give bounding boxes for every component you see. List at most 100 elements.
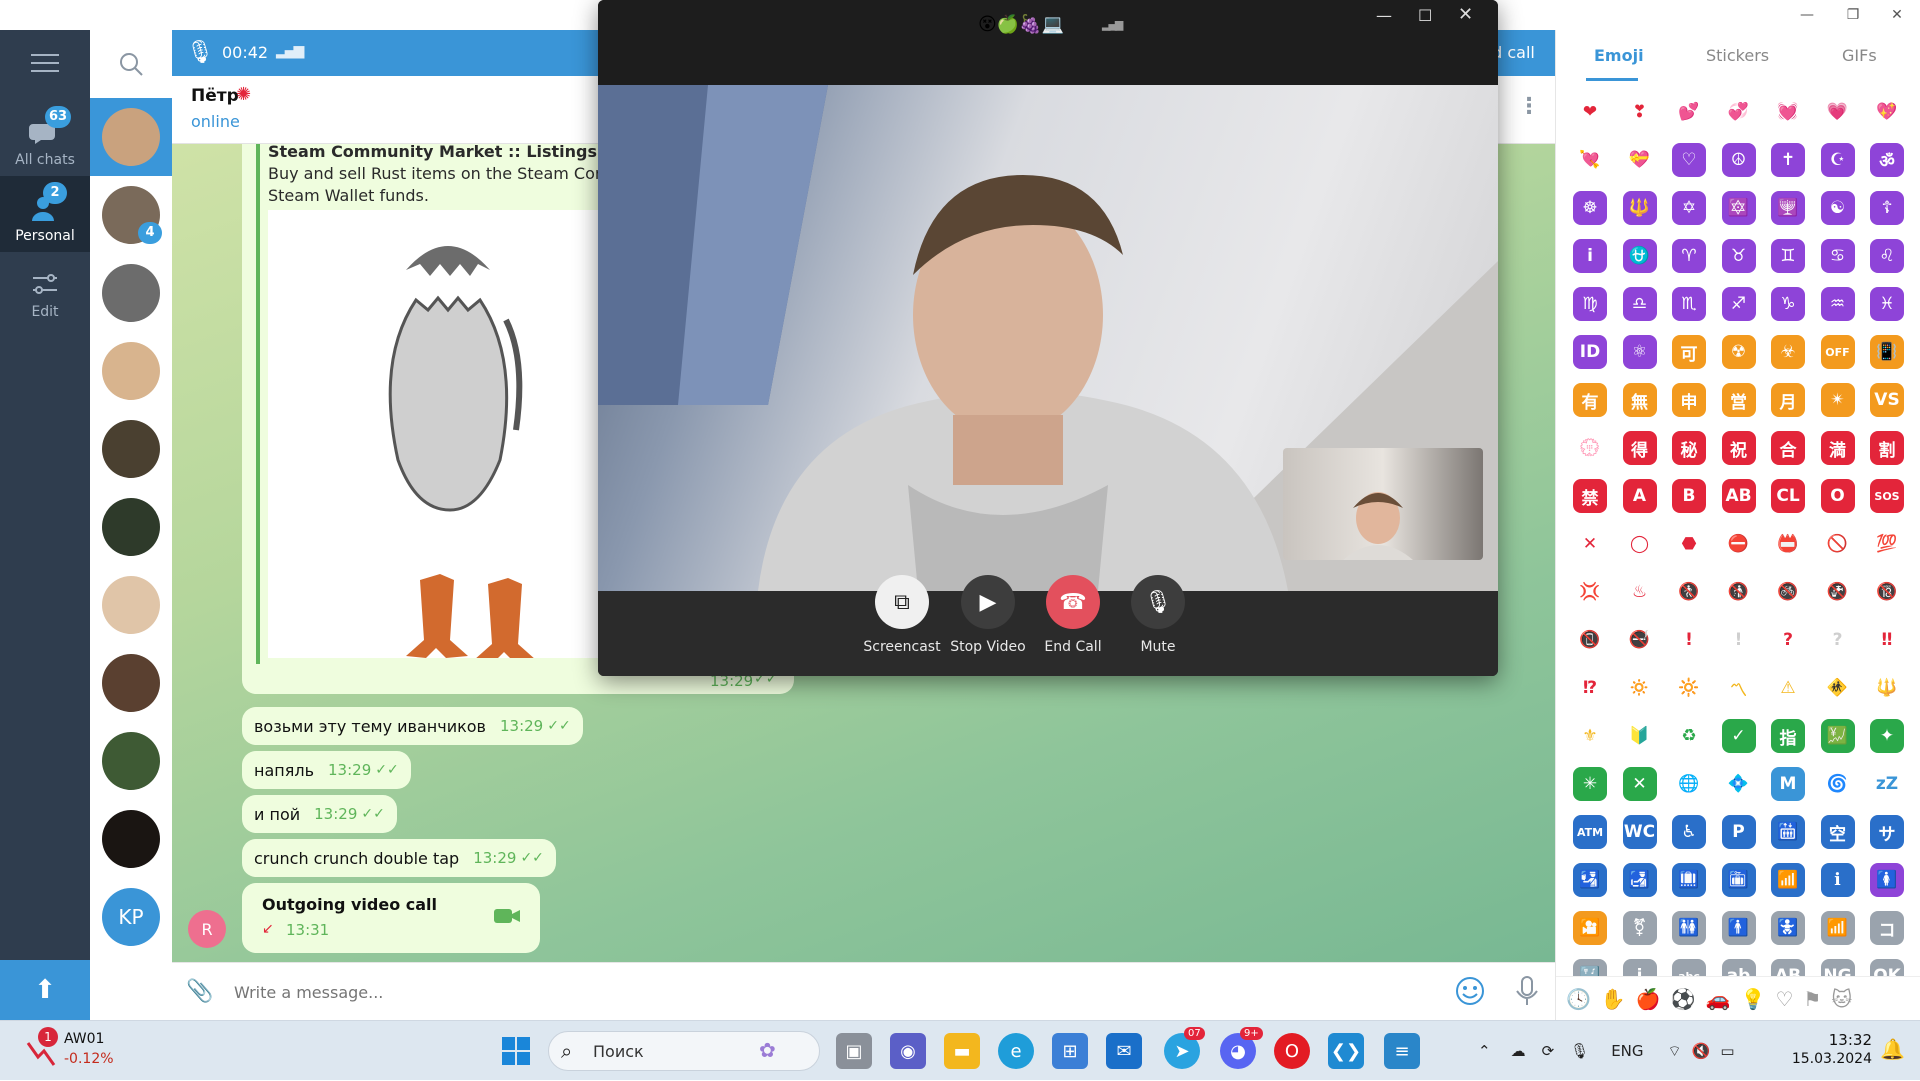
- folder-all-chats[interactable]: 63 All chats: [0, 100, 90, 176]
- emoji-cell[interactable]: 🚷: [1672, 575, 1706, 609]
- emoji-cell[interactable]: 禁: [1573, 479, 1607, 513]
- emoji-cell[interactable]: 🔰: [1622, 719, 1657, 753]
- scroll-up-button[interactable]: ⬆: [0, 960, 90, 1020]
- emoji-cell[interactable]: O: [1820, 479, 1855, 513]
- emoji-cell[interactable]: 💝: [1622, 143, 1657, 177]
- chat-app-icon[interactable]: ◉: [890, 1033, 926, 1069]
- edge-browser-icon[interactable]: e: [998, 1033, 1034, 1069]
- emoji-cell[interactable]: ⁉: [1573, 671, 1607, 705]
- chat-avatar[interactable]: KP: [102, 888, 160, 946]
- message-bubble[interactable]: возьми эту тему иванчиков 13:29 ✓✓: [242, 707, 583, 745]
- folder-personal[interactable]: 2 Personal: [0, 176, 90, 252]
- emoji-cell[interactable]: ⬣: [1672, 527, 1706, 561]
- emoji-cell[interactable]: 🛃: [1622, 863, 1657, 897]
- emoji-cell[interactable]: OK: [1870, 959, 1904, 976]
- emoji-cell[interactable]: M: [1771, 767, 1805, 801]
- emoji-cell[interactable]: 🕎: [1771, 191, 1805, 225]
- discord-icon[interactable]: ◕ 9+: [1220, 1027, 1263, 1069]
- start-button[interactable]: [498, 1033, 534, 1069]
- notepad-icon[interactable]: ≡: [1384, 1033, 1420, 1069]
- emoji-cell[interactable]: 割: [1870, 431, 1904, 465]
- emoji-cell[interactable]: 💠: [1721, 767, 1756, 801]
- emoji-cell[interactable]: ♊: [1771, 239, 1805, 273]
- emoji-cell[interactable]: 空: [1820, 815, 1855, 849]
- emoji-cell[interactable]: 無: [1622, 383, 1657, 417]
- microphone-icon[interactable]: 🎙: [1570, 1042, 1589, 1060]
- emoji-cell[interactable]: 満: [1820, 431, 1855, 465]
- emoji-cell[interactable]: 可: [1672, 335, 1706, 369]
- emoji-cell[interactable]: 月: [1771, 383, 1805, 417]
- emoji-cell[interactable]: ab: [1721, 959, 1756, 976]
- telegram-icon[interactable]: ➤ 07: [1164, 1027, 1205, 1069]
- emoji-cell[interactable]: 🚭: [1622, 623, 1657, 657]
- emoji-cell[interactable]: ♍: [1573, 287, 1607, 321]
- emoji-cell[interactable]: ☦: [1870, 191, 1904, 225]
- attach-icon[interactable]: 📎: [186, 979, 213, 1004]
- emoji-cell[interactable]: ‼: [1870, 623, 1904, 657]
- emoji-cell[interactable]: ✡: [1672, 191, 1706, 225]
- minimize-button[interactable]: —: [1784, 0, 1830, 30]
- tab-emoji[interactable]: Emoji: [1594, 46, 1644, 65]
- emoji-cell[interactable]: 💞: [1721, 95, 1756, 129]
- emoji-cell[interactable]: 〽: [1721, 671, 1756, 705]
- flags-icon[interactable]: ⚑: [1803, 987, 1821, 1011]
- emoji-cell[interactable]: ♈: [1672, 239, 1706, 273]
- emoji-cell[interactable]: B: [1672, 479, 1706, 513]
- emoji-cell[interactable]: ✕: [1622, 767, 1657, 801]
- activity-icon[interactable]: ⚽: [1671, 987, 1696, 1011]
- emoji-cell[interactable]: ✓: [1721, 719, 1756, 753]
- emoji-cell[interactable]: 🌀: [1820, 767, 1855, 801]
- tab-stickers[interactable]: Stickers: [1706, 46, 1769, 65]
- chat-avatar[interactable]: [102, 654, 160, 712]
- emoji-cell[interactable]: 🌐: [1672, 767, 1706, 801]
- emoji-cell[interactable]: ℹ: [1820, 863, 1855, 897]
- opera-icon[interactable]: O: [1274, 1033, 1310, 1069]
- emoji-cell[interactable]: ATM: [1573, 815, 1607, 849]
- microsoft-store-icon[interactable]: ⊞: [1052, 1033, 1088, 1069]
- emoji-cell[interactable]: 🔅: [1622, 671, 1657, 705]
- folder-edit[interactable]: Edit: [0, 252, 90, 328]
- battery-icon[interactable]: ▭: [1720, 1042, 1734, 1060]
- emoji-cell[interactable]: OFF: [1820, 335, 1855, 369]
- chat-avatar[interactable]: [102, 420, 160, 478]
- emoji-cell[interactable]: ॐ: [1870, 143, 1904, 177]
- task-view-icon[interactable]: ▣: [836, 1033, 872, 1069]
- emoji-cell[interactable]: 💘: [1573, 143, 1607, 177]
- emoji-cell[interactable]: ♉: [1721, 239, 1756, 273]
- maximize-button[interactable]: ❐: [1830, 0, 1876, 30]
- emoji-cell[interactable]: 💯: [1870, 527, 1904, 561]
- emoji-cell[interactable]: ♡: [1672, 143, 1706, 177]
- emoji-cell[interactable]: ☣: [1771, 335, 1805, 369]
- emoji-cell[interactable]: ♋: [1820, 239, 1855, 273]
- emoji-cell[interactable]: VS: [1870, 383, 1904, 417]
- emoji-cell[interactable]: 🚼: [1771, 911, 1805, 945]
- emoji-cell[interactable]: zZ: [1870, 767, 1904, 801]
- stop-video-button[interactable]: ▶ Stop Video: [948, 575, 1028, 655]
- chat-avatar[interactable]: [102, 810, 160, 868]
- more-options-icon[interactable]: ⋮: [1518, 94, 1540, 119]
- emoji-cell[interactable]: SOS: [1870, 479, 1904, 513]
- emoji-cell[interactable]: ☯: [1820, 191, 1855, 225]
- emoji-cell[interactable]: 🔞: [1870, 575, 1904, 609]
- search-box[interactable]: ⌕ Поиск ✿: [548, 1031, 820, 1071]
- emoji-cell[interactable]: 🚱: [1820, 575, 1855, 609]
- emoji-cell[interactable]: AB: [1721, 479, 1756, 513]
- stock-ticker[interactable]: AW01: [64, 1031, 104, 1047]
- volume-mute-icon[interactable]: 🔇: [1692, 1042, 1711, 1060]
- emoji-cell[interactable]: ⚜: [1573, 719, 1607, 753]
- emoji-cell[interactable]: ID: [1573, 335, 1607, 369]
- message-bubble[interactable]: напяль 13:29 ✓✓: [242, 751, 411, 789]
- emoji-cell[interactable]: P: [1721, 815, 1756, 849]
- chat-avatar[interactable]: [102, 108, 160, 166]
- emoji-cell[interactable]: 📶: [1820, 911, 1855, 945]
- emoji-cell[interactable]: 💹: [1820, 719, 1855, 753]
- emoji-cell[interactable]: ⚛: [1622, 335, 1657, 369]
- emoji-cell[interactable]: NG: [1820, 959, 1855, 976]
- emoji-cell[interactable]: 💮: [1573, 431, 1607, 465]
- emoji-cell[interactable]: 🚳: [1771, 575, 1805, 609]
- emoji-cell[interactable]: 💢: [1573, 575, 1607, 609]
- sync-icon[interactable]: ⟳: [1542, 1042, 1555, 1060]
- emoji-cell[interactable]: 🔱: [1870, 671, 1904, 705]
- emoji-cell[interactable]: 祝: [1721, 431, 1756, 465]
- emoji-cell[interactable]: 🚯: [1721, 575, 1756, 609]
